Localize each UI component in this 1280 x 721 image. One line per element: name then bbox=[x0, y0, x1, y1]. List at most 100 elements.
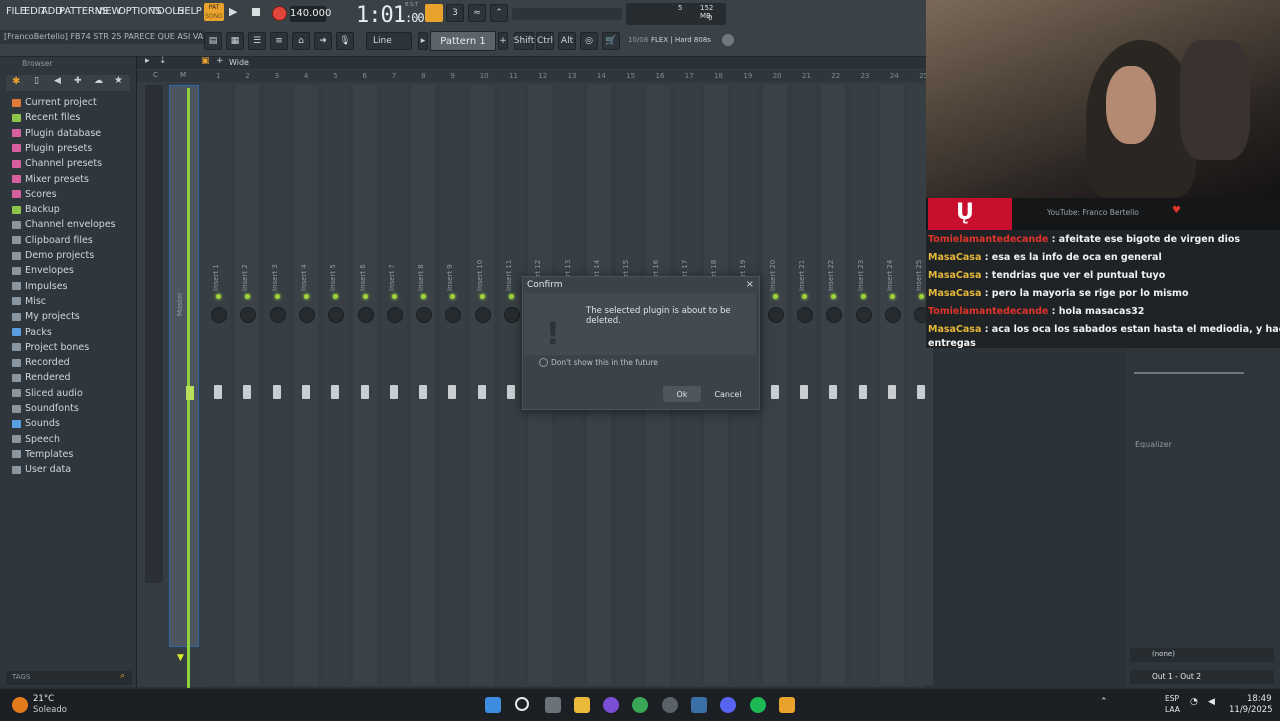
volume-fader[interactable] bbox=[477, 385, 486, 399]
volume-fader[interactable] bbox=[770, 385, 779, 399]
volume-fader[interactable] bbox=[800, 385, 808, 399]
volume-fader[interactable] bbox=[331, 385, 340, 399]
volume-fader[interactable] bbox=[214, 385, 222, 399]
pan-knob[interactable] bbox=[884, 307, 901, 323]
close-icon[interactable]: × bbox=[746, 279, 754, 290]
pan-knob[interactable] bbox=[211, 307, 227, 323]
insert-strip[interactable]: Insert 21 bbox=[792, 85, 816, 685]
volume-fader[interactable] bbox=[887, 385, 896, 399]
shift-key[interactable]: Shift bbox=[514, 32, 534, 50]
volume-fader[interactable] bbox=[917, 385, 926, 399]
browser-item[interactable]: Clipboard files bbox=[12, 235, 93, 246]
insert-strip[interactable]: Insert 6 bbox=[352, 85, 377, 685]
browser-item[interactable]: User data bbox=[12, 464, 71, 475]
browser-item[interactable]: Recorded bbox=[12, 357, 70, 368]
recent-icon[interactable]: ◎ bbox=[580, 32, 598, 50]
file-explorer-icon[interactable] bbox=[574, 697, 590, 713]
pan-knob[interactable] bbox=[240, 307, 257, 323]
file-icon[interactable]: ▯ bbox=[34, 76, 39, 86]
insert-enable-led[interactable] bbox=[216, 294, 221, 299]
browser-item[interactable]: Packs bbox=[12, 327, 52, 338]
volume-fader[interactable] bbox=[389, 385, 398, 399]
browser-item[interactable]: Misc bbox=[12, 296, 46, 307]
browser-item[interactable]: My projects bbox=[12, 311, 80, 322]
pan-knob[interactable] bbox=[298, 307, 315, 323]
pan-knob[interactable] bbox=[474, 307, 491, 323]
search-icon[interactable]: ⌕ bbox=[120, 671, 125, 681]
pan-knob[interactable] bbox=[357, 307, 374, 323]
pan-knob[interactable] bbox=[826, 307, 843, 323]
volume-fader[interactable] bbox=[448, 385, 457, 399]
insert-enable-led[interactable] bbox=[860, 294, 866, 299]
plug-icon[interactable]: ✚ bbox=[74, 76, 82, 86]
insert-enable-led[interactable] bbox=[450, 294, 456, 299]
browser-item[interactable]: Channel presets bbox=[12, 158, 102, 169]
insert-enable-led[interactable] bbox=[333, 294, 339, 299]
insert-strip[interactable]: Insert 5 bbox=[323, 85, 348, 685]
insert-strip[interactable]: Insert 4 bbox=[293, 85, 318, 685]
cancel-button[interactable]: Cancel bbox=[709, 386, 747, 402]
browser-item[interactable]: Project bones bbox=[12, 342, 89, 353]
snap-select[interactable]: Line bbox=[366, 32, 412, 50]
browser-item[interactable]: Speech bbox=[12, 434, 60, 445]
pan-knob[interactable] bbox=[269, 307, 286, 323]
spotify-icon[interactable] bbox=[750, 697, 766, 713]
insert-enable-led[interactable] bbox=[802, 294, 807, 299]
browser-item[interactable]: Backup bbox=[12, 204, 60, 215]
cloud-icon[interactable]: ☁ bbox=[94, 76, 103, 86]
chrome-icon[interactable] bbox=[632, 697, 648, 713]
app-icon[interactable] bbox=[603, 697, 619, 713]
browser-item[interactable]: Current project bbox=[12, 97, 97, 108]
ctrl-key[interactable]: Ctrl bbox=[536, 32, 554, 50]
metronome-icon[interactable]: ≈ bbox=[468, 4, 486, 22]
insert-enable-led[interactable] bbox=[274, 294, 280, 299]
insert-strip[interactable]: Insert 8 bbox=[411, 85, 436, 685]
start-icon[interactable] bbox=[485, 697, 501, 713]
volume-fader[interactable] bbox=[507, 385, 515, 399]
insert-enable-led[interactable] bbox=[919, 294, 925, 299]
mixer-mode[interactable]: Wide bbox=[229, 58, 249, 67]
browser-menu-icon[interactable]: ✱ bbox=[12, 76, 20, 87]
browser-item[interactable]: Impulses bbox=[12, 281, 68, 292]
menu-file[interactable]: FILE bbox=[6, 6, 26, 17]
wifi-icon[interactable]: ◔ bbox=[1190, 697, 1198, 707]
volume-fader[interactable] bbox=[858, 385, 867, 399]
insert-strip[interactable]: Insert 24 bbox=[879, 85, 904, 685]
pan-knob[interactable] bbox=[445, 307, 462, 323]
pat-song-toggle[interactable]: PAT SONG bbox=[204, 3, 224, 21]
mixer-view-icon[interactable]: ⇣ bbox=[159, 56, 167, 66]
browser-item[interactable]: Recent files bbox=[12, 112, 80, 123]
steam-icon[interactable] bbox=[691, 697, 707, 713]
insert-enable-led[interactable] bbox=[303, 294, 309, 299]
insert-strip[interactable]: Insert 2 bbox=[235, 85, 260, 685]
slot-none[interactable]: (none) bbox=[1130, 648, 1274, 662]
insert-strip[interactable]: Insert 3 bbox=[264, 85, 289, 685]
alt-key[interactable]: Alt bbox=[558, 32, 576, 50]
clock-time[interactable]: 18:49 bbox=[1247, 694, 1272, 704]
volume-fader[interactable] bbox=[243, 385, 252, 399]
insert-enable-led[interactable] bbox=[421, 294, 427, 299]
volume-fader[interactable] bbox=[301, 385, 310, 399]
browser-item[interactable]: Envelopes bbox=[12, 265, 74, 276]
lang-label[interactable]: ESP bbox=[1165, 694, 1179, 703]
insert-enable-led[interactable] bbox=[831, 294, 837, 299]
piano-roll-icon[interactable]: ▦ bbox=[226, 32, 244, 50]
volume-icon[interactable]: ◀ bbox=[1208, 697, 1215, 707]
ok-button[interactable]: Ok bbox=[663, 386, 701, 402]
typing-keyboard-icon[interactable] bbox=[425, 4, 443, 22]
master-strip[interactable]: Master bbox=[169, 85, 199, 688]
star-icon[interactable]: ★ bbox=[114, 75, 123, 86]
mixer-menu-icon[interactable]: ▸ bbox=[145, 56, 150, 66]
insert-enable-led[interactable] bbox=[391, 294, 397, 299]
weather-icon[interactable] bbox=[12, 697, 28, 713]
mixer-add-icon[interactable]: + bbox=[216, 56, 224, 66]
mixer-layout-icon[interactable]: ▣ bbox=[201, 56, 210, 66]
pan-knob[interactable] bbox=[504, 307, 520, 323]
pan-knob[interactable] bbox=[328, 307, 345, 323]
tray-chevron-icon[interactable]: ⌃ bbox=[1100, 697, 1108, 707]
insert-strip[interactable]: Insert 1 bbox=[206, 85, 230, 685]
volume-fader[interactable] bbox=[419, 385, 428, 399]
menu-help[interactable]: HELP bbox=[177, 6, 202, 17]
insert-strip[interactable]: Insert 10 bbox=[469, 85, 494, 685]
news-icon[interactable] bbox=[722, 34, 734, 46]
